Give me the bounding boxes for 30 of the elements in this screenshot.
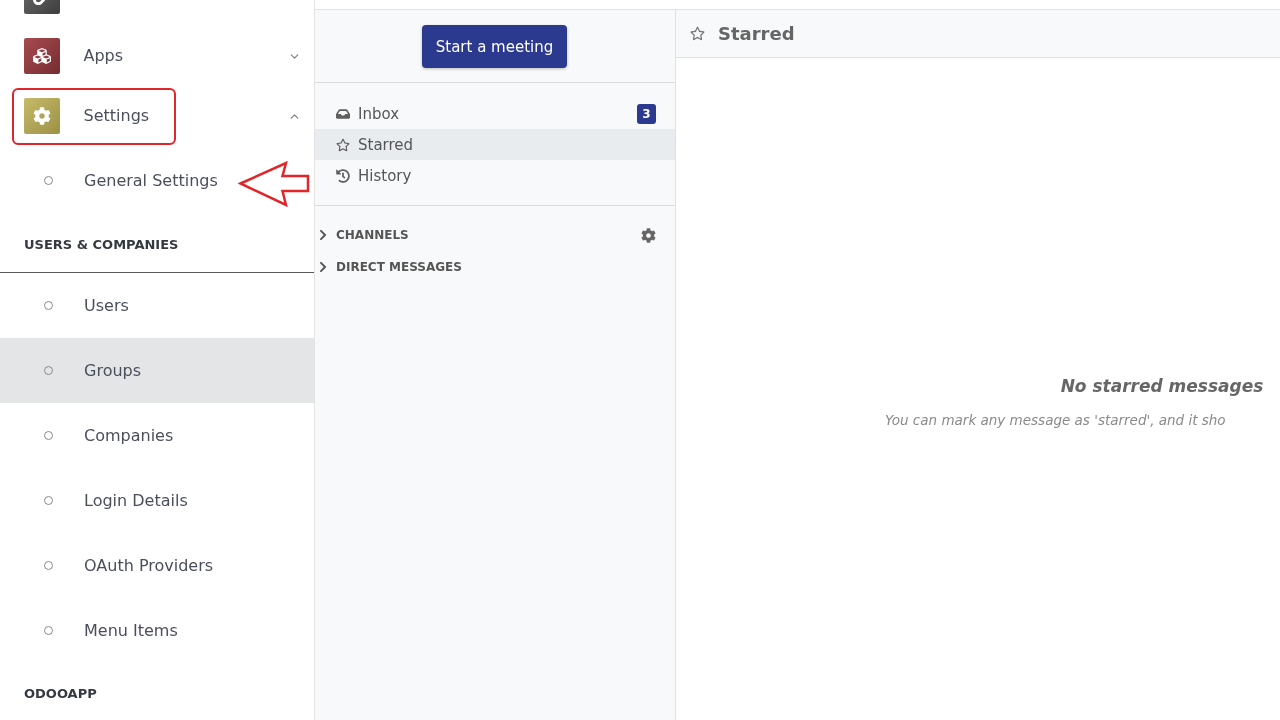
menu-item[interactable]: Login Details [0,468,314,533]
mailbox-item[interactable]: History [314,160,675,191]
settings-icon[interactable] [23,98,60,134]
mailbox-item[interactable]: Inbox 3 [314,98,675,129]
menu-item[interactable]: General Settings [0,146,314,214]
star-icon [336,137,350,152]
chevron-right-icon[interactable] [318,229,328,241]
inbox-icon [336,106,350,121]
category-header[interactable]: CHANNELS [314,219,675,251]
menu-item[interactable]: Apps [83,46,124,66]
history-icon [336,168,350,183]
menu-item[interactable]: Menu Items [0,598,314,663]
start-meeting-button[interactable]: Start a meeting [421,25,568,68]
category-header[interactable]: DIRECT MESSAGES [314,251,675,283]
menu-item[interactable]: Groups [0,338,314,403]
menu-item[interactable]: OAuth Providers [0,533,314,598]
empty-state-text: You can mark any message as 'starred', and it sho [885,412,1226,428]
menu-item[interactable]: Users [0,273,314,338]
menu-item[interactable]: Settings [83,106,150,126]
counter-badge: 3 [637,103,656,124]
menu-item[interactable]: Companies [0,403,314,468]
empty-state-title: No starred messages [1060,376,1264,396]
settings-icon[interactable] [641,227,656,243]
section-heading: ODOOAPP [24,686,97,702]
star-icon [690,26,705,41]
thread-title: Starred [718,23,795,44]
mailbox-item[interactable]: Starred [314,129,675,160]
cubes-icon[interactable] [23,38,60,74]
section-heading: USERS & COMPANIES [24,237,179,253]
chevron-right-icon[interactable] [318,261,328,273]
